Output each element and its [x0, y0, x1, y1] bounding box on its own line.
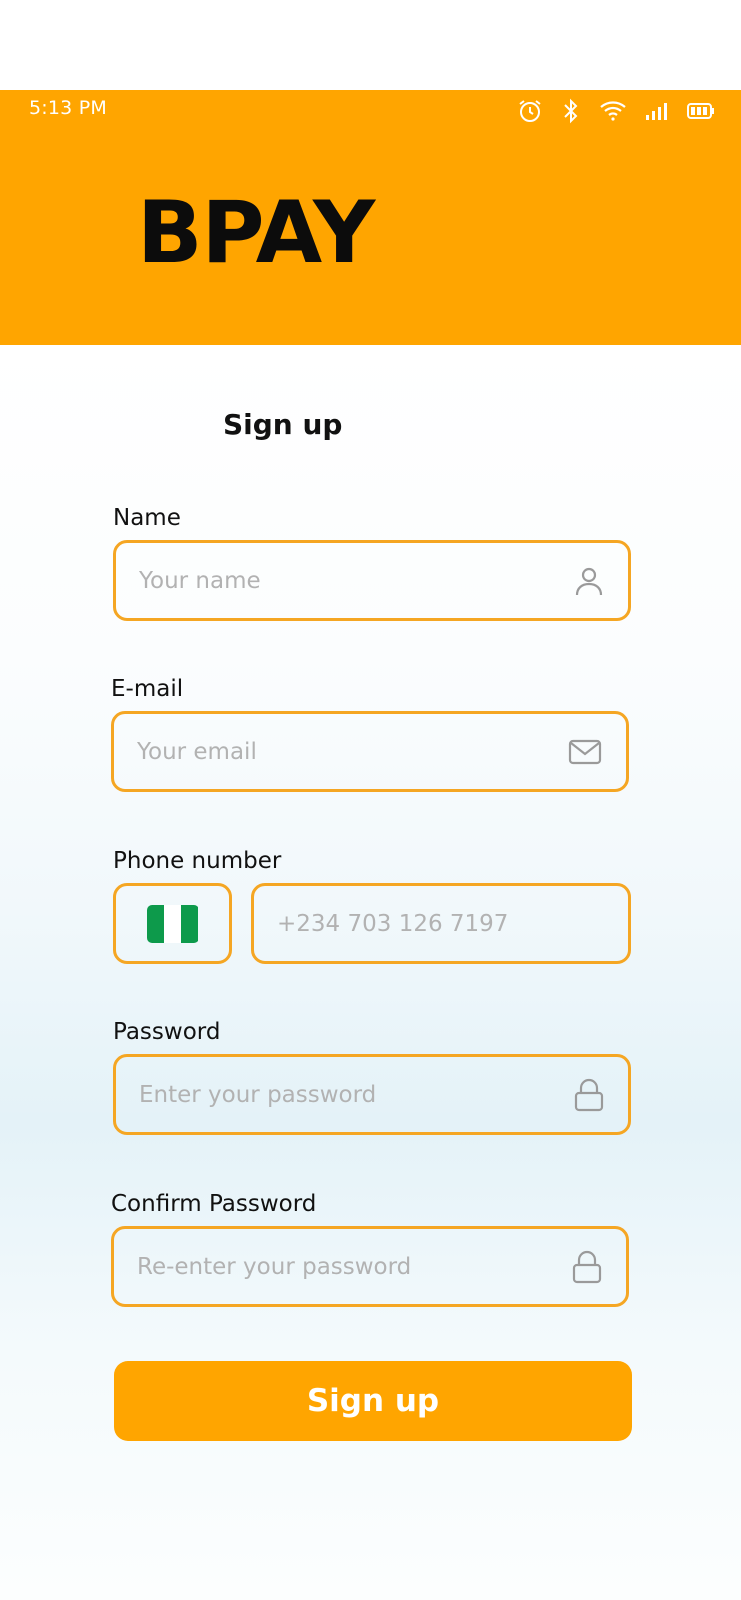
confirm-password-field: [111, 1226, 629, 1307]
sign-up-button[interactable]: Sign up: [114, 1361, 632, 1441]
user-icon: [574, 565, 604, 597]
email-input[interactable]: [114, 714, 626, 789]
lock-icon: [574, 1078, 604, 1112]
battery-icon: [687, 102, 715, 120]
phone-input[interactable]: [254, 886, 628, 961]
password-input[interactable]: [116, 1057, 628, 1132]
nigeria-flag-icon: [146, 904, 199, 943]
status-time: 5:13 PM: [29, 97, 107, 119]
lock-icon: [572, 1250, 602, 1284]
alarm-icon: [517, 98, 543, 124]
password-field: [113, 1054, 631, 1135]
app-screen: 5:13 PM BPAY Sign up Name Your name E-ma…: [0, 0, 741, 1600]
confirm-password-label: Confirm Password: [111, 1191, 317, 1217]
bluetooth-icon: [561, 98, 581, 124]
name-field: [113, 540, 631, 621]
country-code-selector[interactable]: [113, 883, 232, 964]
confirm-password-input[interactable]: [114, 1229, 626, 1304]
wifi-icon: [599, 100, 627, 122]
phone-field: [251, 883, 631, 964]
password-label: Password: [113, 1019, 221, 1045]
email-field: [111, 711, 629, 792]
name-label: Name: [113, 505, 181, 531]
email-label: E-mail: [111, 676, 184, 702]
status-icons: [517, 98, 715, 124]
signal-icon: [645, 101, 669, 121]
mail-icon: [568, 738, 602, 766]
name-input[interactable]: [116, 543, 628, 618]
brand-logo: BPAY: [137, 183, 375, 283]
page-title: Sign up: [223, 408, 343, 441]
phone-label: Phone number: [113, 848, 282, 874]
